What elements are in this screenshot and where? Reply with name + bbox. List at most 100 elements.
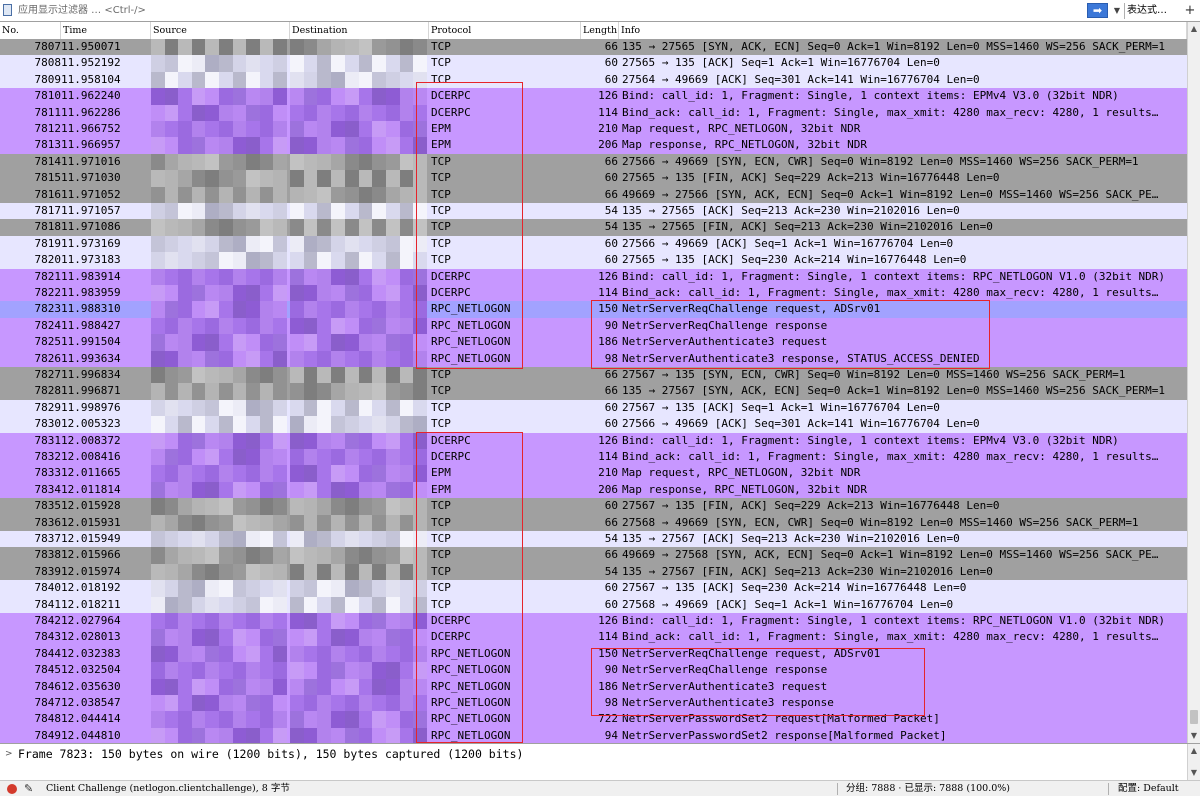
packet-row[interactable]: 7817 11.971057 TCP 54 135 → 27565 [ACK] Seq=… bbox=[0, 203, 1187, 220]
packet-row[interactable]: 7809 11.958104 TCP 60 27564 → 49669 [ACK] Se… bbox=[0, 71, 1187, 89]
redacted-address bbox=[151, 137, 288, 154]
scrollbar-thumb[interactable] bbox=[1190, 710, 1198, 724]
packet-row[interactable]: 7836 12.015931 TCP 66 27568 → 49669 [SYN, EC… bbox=[0, 514, 1187, 531]
packet-info: Map request, RPC_NETLOGON, 32bit NDR bbox=[622, 466, 861, 480]
scroll-down-icon[interactable]: ▼ bbox=[1188, 729, 1200, 743]
packet-row[interactable]: 7828 11.996871 TCP 66 135 → 27567 [SYN, ACK,… bbox=[0, 383, 1187, 400]
packet-row[interactable]: 7826 11.993634 RPC_NETLOGON 98 NetrServerAut… bbox=[0, 350, 1187, 367]
column-header-source[interactable]: Source bbox=[151, 22, 290, 39]
expand-arrow-icon[interactable]: > bbox=[5, 746, 13, 762]
redacted-address bbox=[290, 137, 428, 154]
packet-row[interactable]: 7829 11.998976 TCP 60 27567 → 135 [ACK] Seq=… bbox=[0, 399, 1187, 417]
filter-history-dropdown-icon[interactable]: ▼ bbox=[1111, 2, 1123, 19]
packet-row[interactable]: 7844 12.032383 RPC_NETLOGON 150 NetrServerRe… bbox=[0, 645, 1187, 663]
status-profile[interactable]: 配置: Default bbox=[1118, 781, 1179, 796]
expression-button[interactable]: 表达式… bbox=[1127, 2, 1167, 19]
redacted-address bbox=[290, 285, 428, 302]
scroll-up-icon[interactable]: ▲ bbox=[1188, 22, 1200, 36]
add-filter-button[interactable]: + bbox=[1183, 1, 1197, 20]
packet-number: 7845 bbox=[34, 663, 62, 677]
apply-filter-button[interactable]: ➡ bbox=[1087, 3, 1108, 18]
frame-summary-line[interactable]: Frame 7823: 150 bytes on wire (1200 bits… bbox=[18, 746, 523, 762]
packet-row[interactable]: 7842 12.027964 DCERPC 126 Bind: call_id: 1, … bbox=[0, 613, 1187, 630]
redacted-address bbox=[290, 481, 428, 499]
column-header-protocol[interactable]: Protocol bbox=[429, 22, 581, 39]
packet-row[interactable]: 7821 11.983914 DCERPC 126 Bind: call_id: 1, … bbox=[0, 268, 1187, 285]
packet-list-scrollbar[interactable]: ▲ ▼ bbox=[1187, 22, 1200, 743]
packet-row[interactable]: 7818 11.971086 TCP 54 135 → 27565 [FIN, ACK]… bbox=[0, 219, 1187, 236]
packet-protocol: TCP bbox=[431, 253, 451, 267]
packet-row[interactable]: 7816 11.971052 TCP 66 49669 → 27566 [SYN, AC… bbox=[0, 186, 1187, 203]
column-header-length[interactable]: Length bbox=[581, 22, 619, 39]
redacted-address bbox=[290, 334, 428, 351]
scroll-up-icon[interactable]: ▲ bbox=[1188, 744, 1200, 758]
column-header-info[interactable]: Info bbox=[619, 22, 1187, 39]
packet-row[interactable]: 7841 12.018211 TCP 60 27568 → 49669 [ACK] Se… bbox=[0, 596, 1187, 613]
packet-row[interactable]: 7830 12.005323 TCP 60 27566 → 49669 [ACK] Se… bbox=[0, 416, 1187, 433]
packet-row[interactable]: 7827 11.996834 TCP 66 27567 → 135 [SYN, ECN,… bbox=[0, 367, 1187, 384]
redacted-address bbox=[290, 563, 428, 581]
packet-row[interactable]: 7824 11.988427 RPC_NETLOGON 90 NetrServerReq… bbox=[0, 317, 1187, 335]
packet-length: 60 bbox=[604, 417, 618, 431]
packet-row[interactable]: 7845 12.032504 RPC_NETLOGON 90 NetrServerReq… bbox=[0, 662, 1187, 679]
packet-length: 66 bbox=[604, 548, 618, 562]
packet-row[interactable]: 7811 11.962286 DCERPC 114 Bind_ack: call_id:… bbox=[0, 104, 1187, 121]
status-bar: ✎ Client Challenge (netlogon.clientchall… bbox=[0, 780, 1200, 796]
packet-row[interactable]: 7823 11.988310 RPC_NETLOGON 150 NetrServerRe… bbox=[0, 301, 1187, 318]
packet-row[interactable]: 7837 12.015949 TCP 54 135 → 27567 [ACK] Seq=… bbox=[0, 531, 1187, 548]
filter-bookmark-icon[interactable] bbox=[3, 4, 12, 16]
redacted-address bbox=[151, 334, 288, 351]
expert-info-icon[interactable] bbox=[7, 784, 17, 794]
packet-protocol: TCP bbox=[431, 187, 451, 201]
packet-row[interactable]: 7820 11.973183 TCP 60 27565 → 135 [ACK] Seq=… bbox=[0, 252, 1187, 269]
column-header-destination[interactable]: Destination bbox=[290, 22, 429, 39]
packet-row[interactable]: 7819 11.973169 TCP 60 27566 → 49669 [ACK] Se… bbox=[0, 235, 1187, 253]
column-header-no[interactable]: No. bbox=[0, 22, 61, 39]
packet-length: 98 bbox=[604, 696, 618, 709]
packet-row[interactable]: 7843 12.028013 DCERPC 114 Bind_ack: call_id:… bbox=[0, 629, 1187, 646]
packet-row[interactable]: 7840 12.018192 TCP 60 27567 → 135 [ACK] Seq=… bbox=[0, 580, 1187, 597]
packet-row[interactable]: 7822 11.983959 DCERPC 114 Bind_ack: call_id:… bbox=[0, 285, 1187, 302]
packet-row[interactable]: 7834 12.011814 EPM 206 Map response, RPC_NET… bbox=[0, 481, 1187, 499]
status-packet-count: 分组: 7888 · 已显示: 7888 (100.0%) bbox=[846, 783, 1011, 794]
packet-row[interactable]: 7815 11.971030 TCP 60 27565 → 135 [FIN, ACK]… bbox=[0, 170, 1187, 187]
column-header-time[interactable]: Time bbox=[61, 22, 151, 39]
packet-length: 114 bbox=[598, 286, 618, 299]
packet-row[interactable]: 7814 11.971016 TCP 66 27566 → 49669 [SYN, EC… bbox=[0, 153, 1187, 171]
packet-protocol: TCP bbox=[431, 400, 451, 414]
packet-time: 12.015949 bbox=[61, 532, 121, 545]
packet-row[interactable]: 7832 12.008416 DCERPC 114 Bind_ack: call_id:… bbox=[0, 449, 1187, 466]
packet-row[interactable]: 7835 12.015928 TCP 60 27567 → 135 [FIN, ACK]… bbox=[0, 498, 1187, 515]
packet-row[interactable]: 7831 12.008372 DCERPC 126 Bind: call_id: 1, … bbox=[0, 432, 1187, 449]
packet-row[interactable]: 7810 11.962240 DCERPC 126 Bind: call_id: 1, … bbox=[0, 88, 1187, 105]
packet-row[interactable]: 7846 12.035630 RPC_NETLOGON 186 NetrServerAu… bbox=[0, 678, 1187, 695]
redacted-address bbox=[290, 580, 428, 597]
packet-row[interactable]: 7838 12.015966 TCP 66 49669 → 27568 [SYN, AC… bbox=[0, 547, 1187, 564]
packet-row[interactable]: 7849 12.044810 RPC_NETLOGON 94 NetrServerPas… bbox=[0, 727, 1187, 743]
redacted-address bbox=[290, 367, 428, 384]
redacted-address bbox=[151, 301, 288, 318]
packet-info: Bind: call_id: 1, Fragment: Single, 1 co… bbox=[622, 614, 1166, 627]
packet-length: 150 bbox=[598, 646, 618, 660]
packet-row[interactable]: 7813 11.966957 EPM 206 Map response, RPC_NET… bbox=[0, 137, 1187, 154]
packet-row[interactable]: 7808 11.952192 TCP 60 27565 → 135 [ACK] Seq=… bbox=[0, 55, 1187, 72]
packet-row[interactable]: 7825 11.991504 RPC_NETLOGON 186 NetrServerAu… bbox=[0, 334, 1187, 351]
packet-info: 27568 → 49669 [SYN, ECN, CWR] Seq=0 Win=… bbox=[622, 515, 1139, 529]
packet-row[interactable]: 7807 11.950071 TCP 66 135 → 27565 [SYN, ACK,… bbox=[0, 39, 1187, 56]
redacted-address bbox=[290, 416, 428, 433]
packet-time: 11.993634 bbox=[61, 351, 121, 365]
packet-time: 11.971057 bbox=[61, 204, 121, 217]
edit-comment-icon[interactable]: ✎ bbox=[24, 781, 33, 796]
packet-time: 12.008416 bbox=[61, 450, 121, 463]
packet-row[interactable]: 7833 12.011665 EPM 210 Map request, RPC_NETL… bbox=[0, 465, 1187, 482]
packet-row[interactable]: 7812 11.966752 EPM 210 Map request, RPC_NETL… bbox=[0, 121, 1187, 138]
packet-row[interactable]: 7847 12.038547 RPC_NETLOGON 98 NetrServerAut… bbox=[0, 695, 1187, 712]
packet-row[interactable]: 7848 12.044414 RPC_NETLOGON 722 NetrServerPa… bbox=[0, 711, 1187, 728]
packet-info: Map request, RPC_NETLOGON, 32bit NDR bbox=[622, 122, 861, 135]
packet-protocol: RPC_NETLOGON bbox=[431, 646, 511, 660]
display-filter-input[interactable] bbox=[16, 1, 1086, 20]
details-scrollbar[interactable]: ▲ ▼ bbox=[1187, 744, 1200, 780]
packet-time: 12.035630 bbox=[61, 679, 121, 693]
packet-row[interactable]: 7839 12.015974 TCP 54 135 → 27567 [FIN, ACK]… bbox=[0, 563, 1187, 581]
scroll-down-icon[interactable]: ▼ bbox=[1188, 766, 1200, 780]
